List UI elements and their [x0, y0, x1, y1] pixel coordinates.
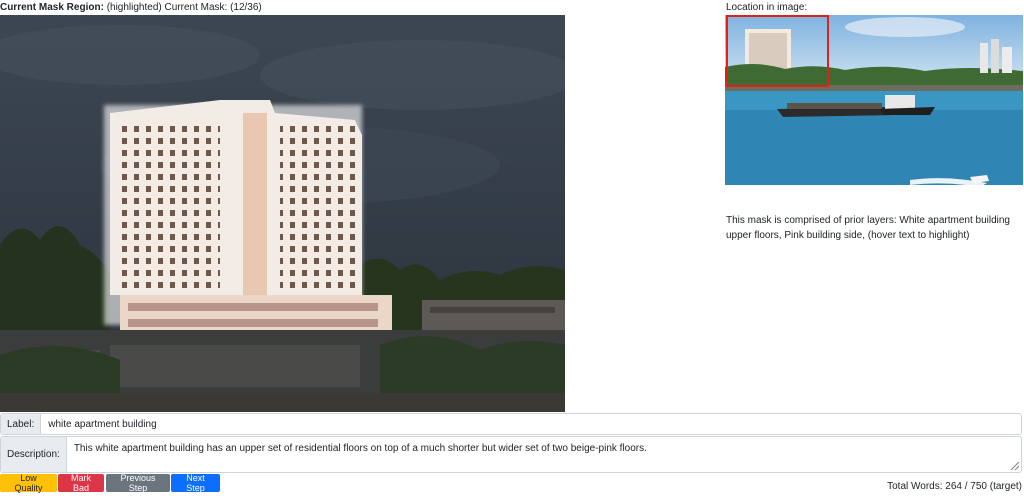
- next-step-button[interactable]: Next Step: [171, 473, 220, 493]
- resize-grip-icon[interactable]: [1011, 462, 1019, 470]
- mask-region-header: Current Mask Region: (highlighted) Curre…: [0, 2, 262, 13]
- description-addon: Description:: [1, 437, 67, 472]
- mark-bad-button[interactable]: Mark Bad: [58, 473, 104, 493]
- description-textarea[interactable]: This white apartment building has an upp…: [67, 437, 1021, 472]
- location-label: Location in image:: [726, 2, 808, 13]
- location-thumbnail: [725, 15, 1023, 185]
- mask-image-scene: [0, 15, 565, 412]
- word-count: Total Words: 264 / 750 (target): [887, 481, 1022, 492]
- label-input[interactable]: white apartment building: [41, 414, 1021, 434]
- label-addon: Label:: [1, 414, 42, 434]
- mask-image[interactable]: [0, 15, 565, 412]
- highlight-box: [726, 15, 829, 87]
- mask-composition-text[interactable]: This mask is comprised of prior layers: …: [726, 213, 1022, 243]
- mask-region-label: Current Mask Region:: [0, 2, 104, 13]
- mask-region-value: (highlighted) Current Mask: (12/36): [106, 2, 262, 13]
- previous-step-button[interactable]: Previous Step: [106, 473, 170, 493]
- description-field-group: Description: This white apartment buildi…: [0, 436, 1022, 473]
- low-quality-button[interactable]: Low Quality: [0, 473, 57, 493]
- label-field-group: Label: white apartment building: [0, 413, 1022, 435]
